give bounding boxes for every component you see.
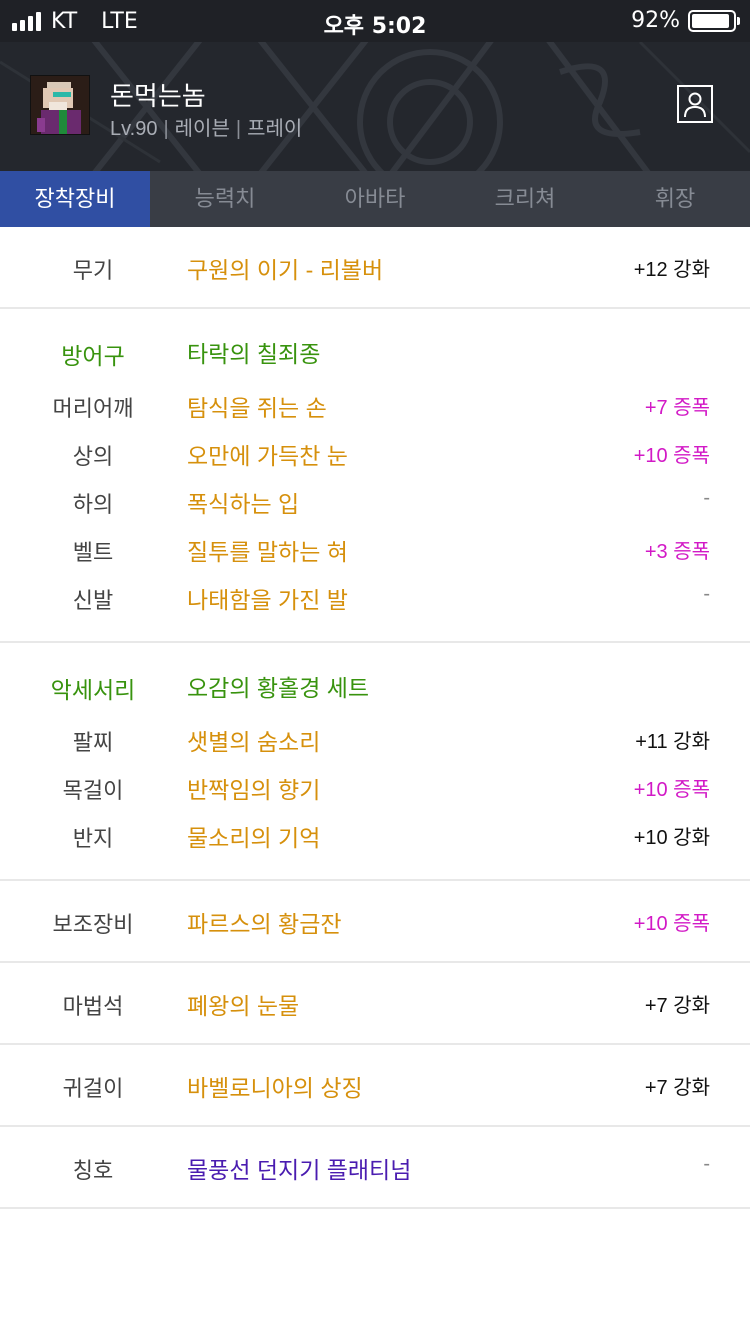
upgrade-value: - [703, 487, 710, 509]
tab-avatar[interactable]: 아바타 [300, 171, 450, 227]
upgrade-value: +10 증폭 [633, 779, 710, 801]
slot-label: 보조장비 [52, 912, 134, 937]
profile-button[interactable] [677, 85, 713, 123]
slot-label: 상의 [72, 444, 114, 469]
slot-label: 벨트 [72, 540, 114, 565]
title-section: 칭호 물풍선 던지기 플래티넘 - [0, 1127, 750, 1209]
character-info: Lv.90 | 레이븐 | 프레이 [110, 118, 303, 140]
slot-label: 칭호 [72, 1158, 114, 1183]
battery-icon [688, 9, 740, 32]
equipment-row-sub[interactable]: 보조장비 파르스의 황금잔 +10 증폭 [0, 901, 750, 941]
slot-label: 팔찌 [72, 730, 114, 755]
status-right: 92% [631, 8, 740, 33]
item-name: 물소리의 기억 [187, 825, 321, 851]
character-job: 레이븐 [174, 118, 230, 140]
upgrade-value: +11 강화 [635, 731, 710, 753]
equipment-row-belt[interactable]: 벨트 질투를 말하는 혀 +3 증폭 [0, 529, 750, 569]
slot-label: 귀걸이 [62, 1076, 124, 1101]
battery-percent: 92% [631, 8, 680, 33]
equipment-row-magic-stone[interactable]: 마법석 폐왕의 눈물 +7 강화 [0, 983, 750, 1023]
equipment-row-bracelet[interactable]: 팔찌 샛별의 숨소리 +11 강화 [0, 719, 750, 759]
upgrade-value: +7 강화 [644, 1077, 710, 1099]
armor-section: 방어구 타락의 칠죄종 머리어깨 탐식을 쥐는 손 +7 증폭 상의 오만에 가… [0, 309, 750, 643]
upgrade-value: +3 증폭 [644, 541, 710, 563]
person-icon [684, 92, 706, 118]
slot-label: 마법석 [62, 994, 124, 1019]
character-class: 프레이 [247, 118, 303, 140]
upgrade-value: - [703, 1153, 710, 1175]
equipment-row-earring[interactable]: 귀걸이 바벨로니아의 상징 +7 강화 [0, 1065, 750, 1105]
equipment-row-title[interactable]: 칭호 물풍선 던지기 플래티넘 - [0, 1147, 750, 1187]
earring-section: 귀걸이 바벨로니아의 상징 +7 강화 [0, 1045, 750, 1127]
slot-label: 신발 [72, 588, 114, 613]
status-bar: KT LTE 오후 5:02 92% [0, 0, 750, 42]
tab-emblem[interactable]: 휘장 [600, 171, 750, 227]
item-name: 탐식을 쥐는 손 [187, 395, 327, 421]
equipment-row-ring[interactable]: 반지 물소리의 기억 +10 강화 [0, 815, 750, 855]
upgrade-value: +12 강화 [633, 259, 710, 281]
tab-bar: 장착장비 능력치 아바타 크리쳐 휘장 [0, 171, 750, 227]
upgrade-value: +7 증폭 [644, 397, 710, 419]
equipment-row-shoes[interactable]: 신발 나태함을 가진 발 - [0, 577, 750, 617]
upgrade-value: +10 증폭 [633, 445, 710, 467]
equipment-row-bottom[interactable]: 하의 폭식하는 입 - [0, 481, 750, 521]
set-name: 타락의 칠죄종 [187, 341, 321, 367]
sub-equipment-section: 보조장비 파르스의 황금잔 +10 증폭 [0, 881, 750, 963]
item-name: 파르스의 황금잔 [187, 911, 342, 937]
item-name: 질투를 말하는 혀 [187, 539, 348, 565]
tab-creature[interactable]: 크리쳐 [450, 171, 600, 227]
item-name: 반짝임의 향기 [187, 777, 321, 803]
magic-stone-section: 마법석 폐왕의 눈물 +7 강화 [0, 963, 750, 1045]
upgrade-value: +10 강화 [633, 827, 710, 849]
equipment-row-necklace[interactable]: 목걸이 반짝임의 향기 +10 증폭 [0, 767, 750, 807]
item-name: 폭식하는 입 [187, 491, 300, 517]
character-portrait-icon [31, 76, 89, 134]
slot-label: 하의 [72, 492, 114, 517]
tab-stats[interactable]: 능력치 [150, 171, 300, 227]
set-name: 오감의 황홀경 세트 [187, 675, 370, 701]
item-name: 나태함을 가진 발 [187, 587, 348, 613]
slot-group-label: 방어구 [61, 343, 125, 369]
equipment-row-shoulder[interactable]: 머리어깨 탐식을 쥐는 손 +7 증폭 [0, 385, 750, 425]
accessory-set-row: 악세서리 오감의 황홀경 세트 [0, 665, 750, 705]
slot-label: 무기 [72, 258, 114, 283]
item-name: 샛별의 숨소리 [187, 729, 321, 755]
armor-set-row: 방어구 타락의 칠죄종 [0, 331, 750, 371]
item-name: 바벨로니아의 상징 [187, 1075, 363, 1101]
character-name: 돈먹는놈 [110, 81, 206, 111]
item-name: 구원의 이기 - 리볼버 [187, 257, 384, 283]
tab-equipment[interactable]: 장착장비 [0, 171, 150, 227]
upgrade-value: +7 강화 [644, 995, 710, 1017]
accessory-section: 악세서리 오감의 황홀경 세트 팔찌 샛별의 숨소리 +11 강화 목걸이 반짝… [0, 643, 750, 881]
upgrade-value: - [703, 583, 710, 605]
slot-label: 반지 [72, 826, 114, 851]
upgrade-value: +10 증폭 [633, 913, 710, 935]
character-level: Lv.90 [110, 118, 158, 140]
weapon-section: 무기 구원의 이기 - 리볼버 +12 강화 [0, 227, 750, 309]
equipment-row-top[interactable]: 상의 오만에 가득찬 눈 +10 증폭 [0, 433, 750, 473]
item-name: 폐왕의 눈물 [187, 993, 300, 1019]
equipment-row-weapon[interactable]: 무기 구원의 이기 - 리볼버 +12 강화 [0, 247, 750, 287]
item-name: 오만에 가득찬 눈 [187, 443, 348, 469]
character-header: 돈먹는놈 Lv.90 | 레이븐 | 프레이 [0, 42, 750, 171]
slot-label: 머리어깨 [52, 396, 134, 421]
slot-label: 목걸이 [62, 778, 124, 803]
character-avatar [30, 75, 90, 135]
slot-group-label: 악세서리 [50, 677, 136, 703]
item-name: 물풍선 던지기 플래티넘 [187, 1157, 412, 1183]
